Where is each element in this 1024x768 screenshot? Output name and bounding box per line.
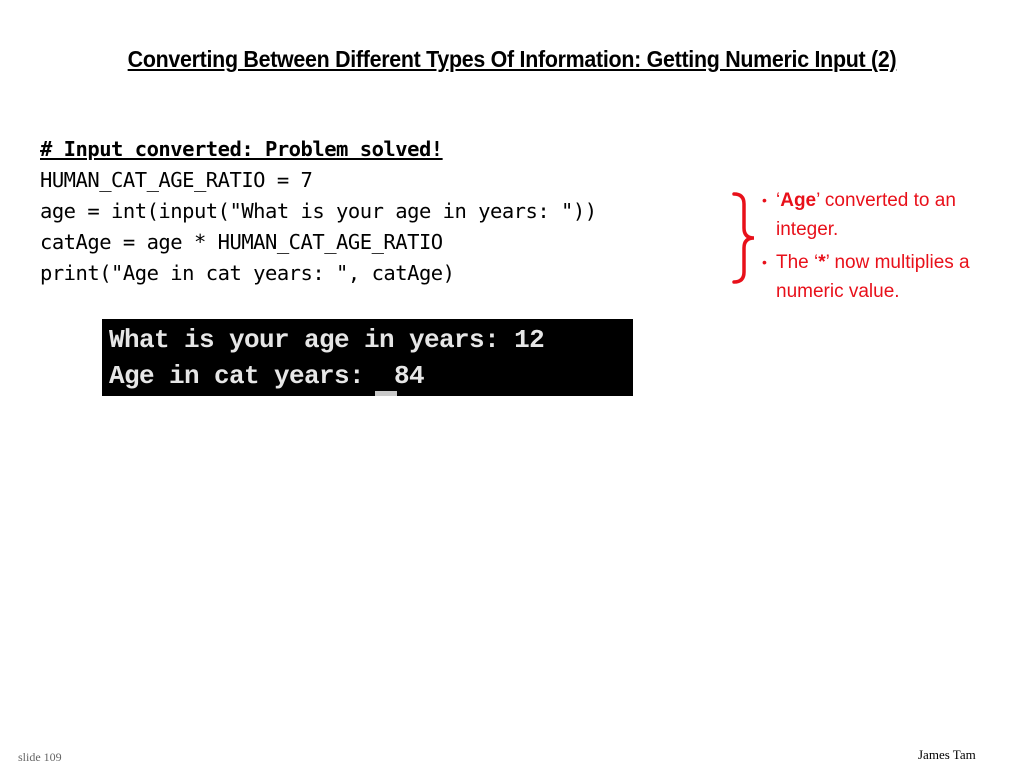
note-item: • ‘Age’ converted to an integer. <box>760 186 1010 244</box>
code-comment: # Input converted: Problem solved! <box>40 137 443 161</box>
slide-title: Converting Between Different Types Of In… <box>127 46 897 72</box>
author-name: James Tam <box>918 747 976 762</box>
code-line: age = int(input("What is your age in yea… <box>40 199 597 223</box>
code-block: # Input converted: Problem solved! HUMAN… <box>40 134 597 289</box>
code-line: catAge = age * HUMAN_CAT_AGE_RATIO <box>40 230 443 254</box>
console-line: Age in cat years: 84 <box>109 361 425 391</box>
bullet-icon: • <box>762 254 767 270</box>
note-keyword: * <box>818 252 826 273</box>
note-keyword: Age <box>780 190 817 211</box>
console-output-screenshot: What is your age in years: 12 Age in cat… <box>102 319 633 396</box>
note-item: • The ‘*’ now multiplies a numeric value. <box>760 248 1010 306</box>
slide-number: slide 109 <box>18 750 62 764</box>
code-line: HUMAN_CAT_AGE_RATIO = 7 <box>40 168 313 192</box>
code-line: print("Age in cat years: ", catAge) <box>40 261 455 285</box>
cursor-icon <box>375 391 397 396</box>
notes-list: • ‘Age’ converted to an integer. • The ‘*’… <box>760 186 1010 306</box>
bullet-icon: • <box>762 192 767 208</box>
console-line: What is your age in years: 12 <box>109 325 545 355</box>
curly-brace-icon <box>732 192 755 284</box>
